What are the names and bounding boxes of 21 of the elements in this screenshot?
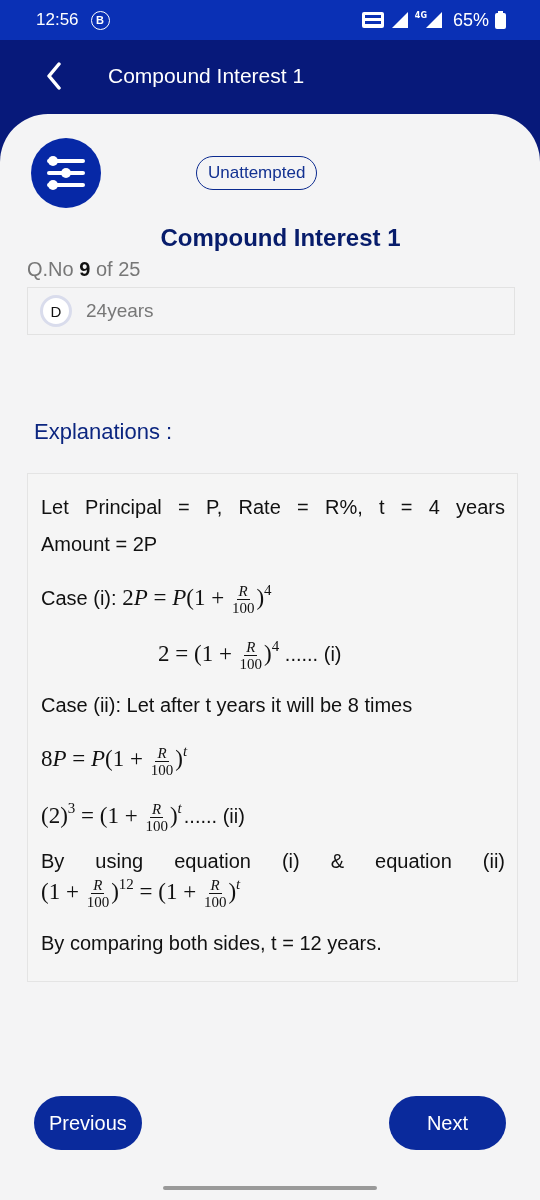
- explanation-text: Amount = 2P: [41, 532, 159, 557]
- option-text: 24years: [86, 300, 154, 322]
- battery-percent: 65%: [452, 9, 489, 31]
- signal-icon: [390, 11, 409, 29]
- previous-button[interactable]: Previous: [34, 1096, 142, 1150]
- screen-title: Compound Interest 1: [108, 64, 305, 88]
- status-badge: Unattempted: [196, 156, 318, 190]
- question-title: Compound Interest 1: [159, 224, 402, 252]
- back-icon: [46, 62, 62, 90]
- next-button[interactable]: Next: [388, 1096, 506, 1150]
- explanation-text: Let Principal = P, Rate = R%, t = 4 years: [41, 495, 505, 520]
- question-number: Q.No 9 of 25: [27, 258, 142, 281]
- back-button[interactable]: [46, 62, 62, 90]
- network-type-label: 4G: [414, 10, 427, 20]
- explanation-text: Case (ii): Let after t years it will be 8 times: [41, 693, 414, 719]
- clock-time: 12:56: [36, 10, 79, 30]
- battery-icon: [495, 11, 506, 29]
- option-letter-badge: D: [40, 295, 72, 327]
- explanations-heading: Explanations :: [33, 419, 174, 445]
- explanation-text: By using equation (i) & equation (ii): [41, 848, 505, 874]
- explanation-text: By comparing both sides, t = 12 years.: [41, 931, 383, 957]
